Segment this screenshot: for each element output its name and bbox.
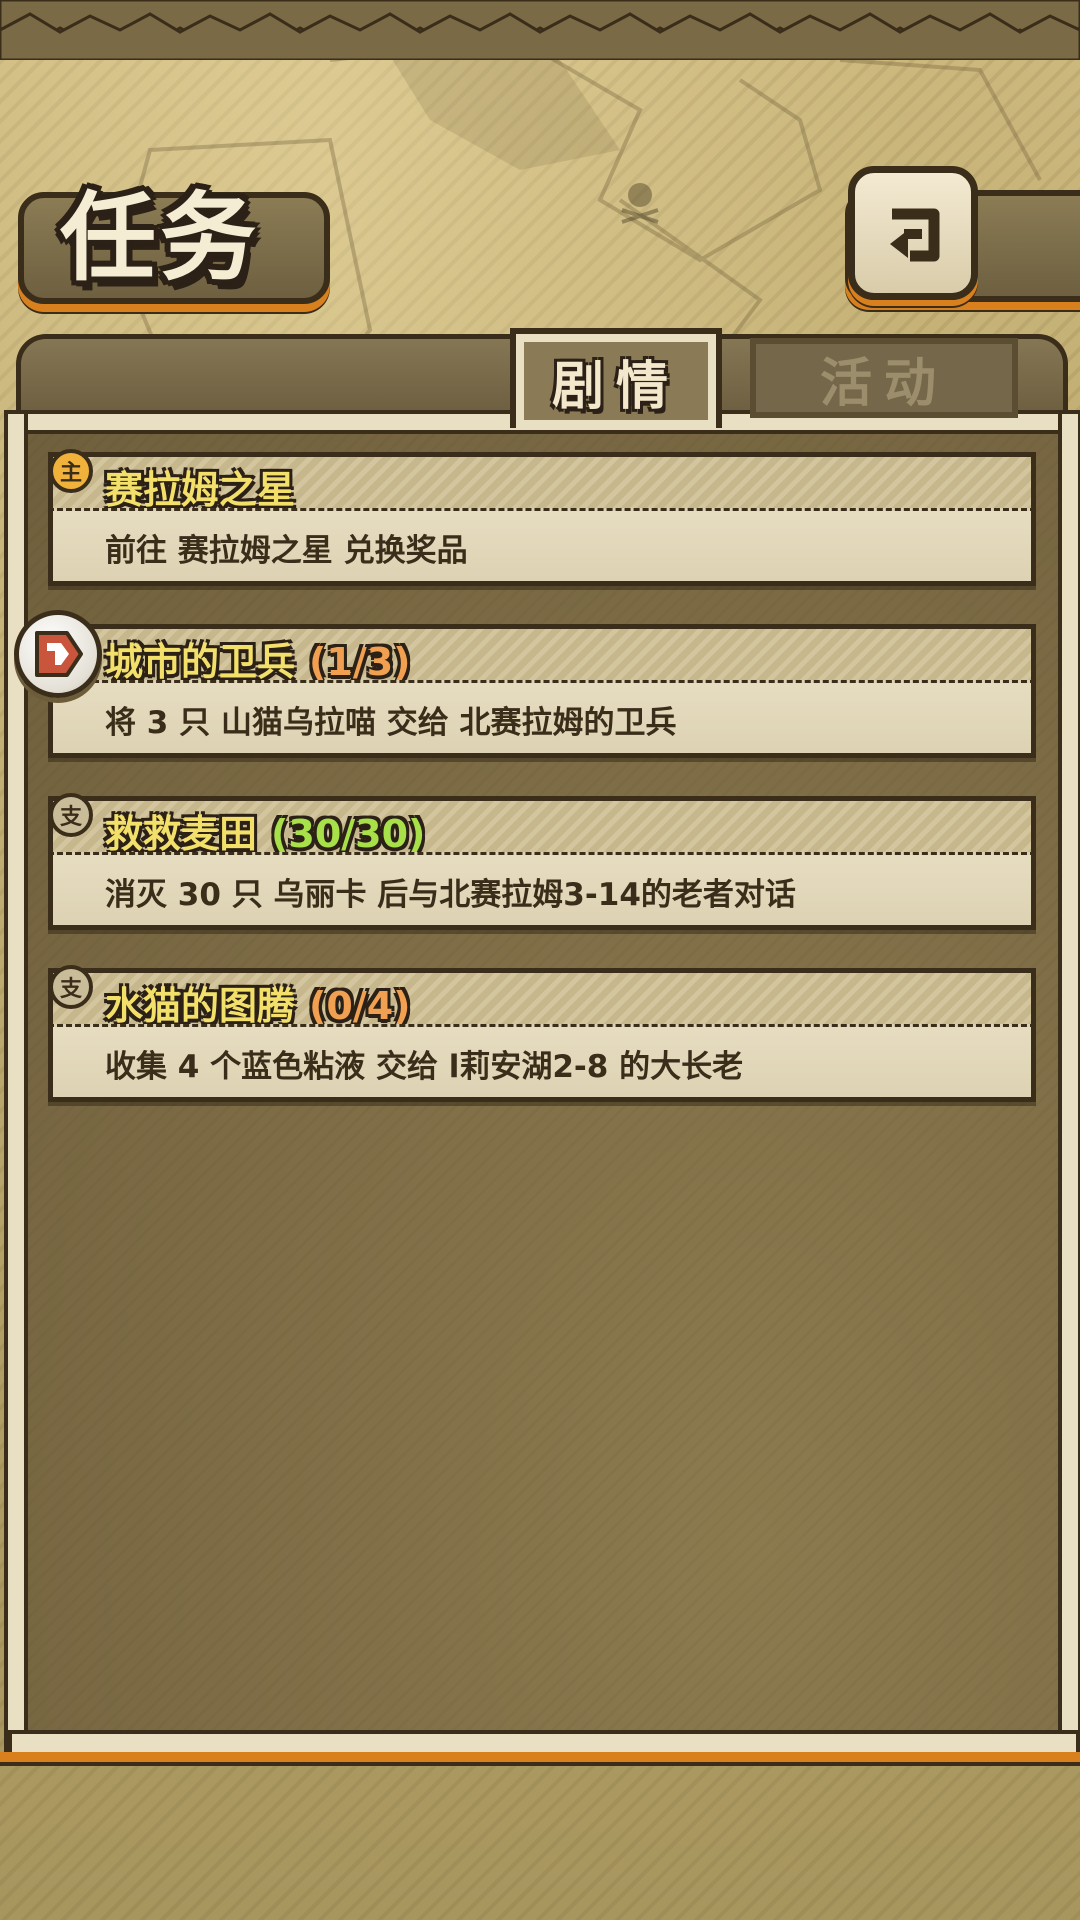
- quest-progress: (0/4): [309, 984, 411, 1028]
- quest-body: 收集 4 个蓝色粘液 交给 l莉安湖2-8 的大长老: [48, 1024, 1036, 1102]
- quest-header: 城市的卫兵 (1/3): [48, 624, 1036, 684]
- quest-body: 前往 赛拉姆之星 兑换奖品: [48, 508, 1036, 586]
- quest-body: 将 3 只 山猫乌拉喵 交给 北赛拉姆的卫兵: [48, 680, 1036, 758]
- quest-description: 收集 4 个蓝色粘液 交给 l莉安湖2-8 的大长老: [105, 1049, 744, 1085]
- quest-title: 赛拉姆之星: [105, 468, 296, 512]
- quest-item[interactable]: 城市的卫兵 (1/3) 将 3 只 山猫乌拉喵 交给 北赛拉姆的卫兵: [48, 624, 1036, 758]
- quest-description: 前往 赛拉姆之星 兑换奖品: [105, 533, 468, 569]
- return-arrow-icon: [890, 208, 940, 262]
- quest-description: 将 3 只 山猫乌拉喵 交给 北赛拉姆的卫兵: [105, 705, 677, 741]
- quest-progress: (1/3): [309, 640, 411, 684]
- quest-title: 救救麦田 (30/30): [105, 812, 426, 856]
- quest-header: 主 赛拉姆之星: [48, 449, 1036, 512]
- quest-item[interactable]: 支 救救麦田 (30/30) 消灭 30 只 乌丽卡 后与北赛拉姆3-14的老者对…: [48, 793, 1036, 930]
- quest-title: 水猫的图腾 (0/4): [105, 984, 411, 1028]
- quest-progress: (30/30): [271, 812, 426, 856]
- quest-header: 支 救救麦田 (30/30): [48, 793, 1036, 856]
- torn-edge-bottom: [0, 12, 1080, 60]
- quest-item[interactable]: 支 水猫的图腾 (0/4) 收集 4 个蓝色粘液 交给 l莉安湖2-8 的大长老: [48, 965, 1036, 1102]
- panel-bottom-trim: [0, 1752, 1080, 1766]
- page-title: 任务: [60, 181, 260, 294]
- side-quest-badge-icon: 支: [49, 793, 93, 837]
- quest-item[interactable]: 主 赛拉姆之星 前往 赛拉姆之星 兑换奖品: [48, 449, 1036, 586]
- tab-events[interactable]: 活动: [750, 338, 1018, 418]
- tracking-pin-icon[interactable]: [14, 610, 102, 698]
- panel-rail-left: [4, 410, 28, 1756]
- back-button[interactable]: [848, 166, 978, 300]
- side-quest-badge-icon: 支: [49, 965, 93, 1009]
- quest-description: 消灭 30 只 乌丽卡 后与北赛拉姆3-14的老者对话: [105, 877, 796, 913]
- quest-title: 城市的卫兵 (1/3): [105, 640, 411, 684]
- panel-rail-right: [1058, 410, 1080, 1756]
- quest-body: 消灭 30 只 乌丽卡 后与北赛拉姆3-14的老者对话: [48, 852, 1036, 930]
- main-quest-badge-icon: 主: [49, 449, 93, 493]
- quest-header: 支 水猫的图腾 (0/4): [48, 965, 1036, 1028]
- tracking-arrow-icon: [35, 631, 83, 677]
- tab-story[interactable]: 剧情: [510, 328, 722, 428]
